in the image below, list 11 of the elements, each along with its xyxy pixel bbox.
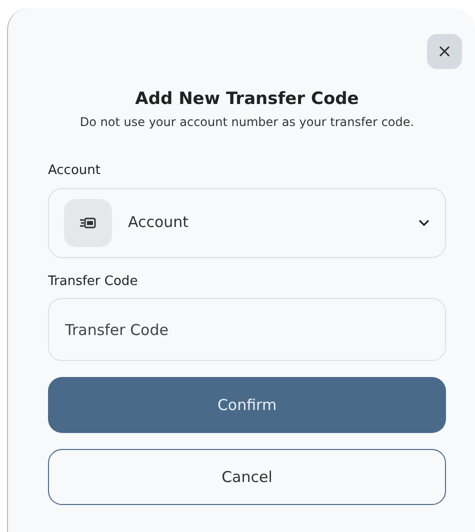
close-button[interactable]: × [427,34,462,69]
card-icon [80,216,96,228]
confirm-button[interactable]: Confirm [48,377,446,433]
chevron-down-icon [418,218,430,226]
field-label: Transfer Code [48,272,139,290]
dialog-title: Add New Transfer Code [134,88,360,110]
cancel-button[interactable]: Cancel [48,449,446,505]
transfer-code-field[interactable]: Transfer Code [48,298,446,361]
dialog-subtitle: Do not use your account number as your transfer code. [78,114,416,131]
account-dropdown[interactable]: Account [48,188,446,258]
field-label: Account [48,162,102,180]
